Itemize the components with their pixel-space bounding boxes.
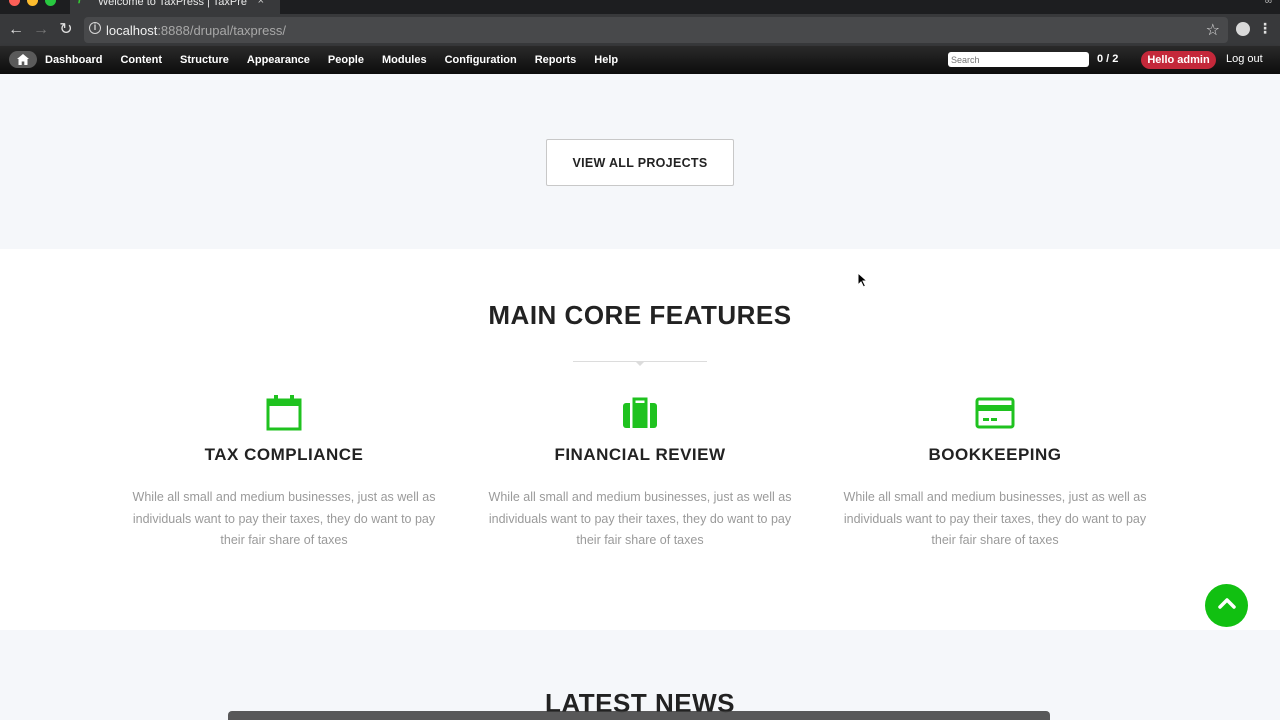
heading-divider-caret: [635, 361, 645, 366]
calendar-icon: [266, 395, 302, 431]
admin-menu-content[interactable]: Content: [120, 54, 162, 66]
back-arrow-icon[interactable]: ←: [6, 20, 26, 40]
feature-title: FINANCIAL REVIEW: [554, 445, 726, 464]
feature-description: While all small and medium businesses, j…: [132, 490, 436, 547]
extension-icon[interactable]: [1236, 22, 1250, 36]
admin-menu: Dashboard Content Structure Appearance P…: [45, 46, 636, 74]
feature-bookkeeping: BOOKKEEPING While all small and medium b…: [825, 393, 1165, 552]
address-bar[interactable]: i localhost:8888/drupal/taxpress/ ☆: [84, 17, 1228, 43]
admin-menu-modules[interactable]: Modules: [382, 54, 427, 66]
minimize-window-button[interactable]: [27, 0, 38, 6]
admin-menu-people[interactable]: People: [328, 54, 364, 66]
admin-menu-appearance[interactable]: Appearance: [247, 54, 310, 66]
drupal-favicon-icon: /: [78, 0, 82, 5]
feature-description: While all small and medium businesses, j…: [843, 490, 1147, 547]
feature-description: While all small and medium businesses, j…: [488, 490, 792, 547]
admin-menu-dashboard[interactable]: Dashboard: [45, 54, 102, 66]
macos-dock[interactable]: [228, 711, 1050, 720]
feature-tax-compliance: TAX COMPLIANCE While all small and mediu…: [114, 393, 454, 552]
tab-close-icon[interactable]: ×: [258, 0, 264, 7]
hello-admin-badge[interactable]: Hello admin: [1141, 51, 1216, 69]
back-to-top-button[interactable]: [1205, 584, 1248, 627]
browser-tab[interactable]: / Welcome to TaxPress | TaxPre ×: [70, 0, 280, 14]
url-text[interactable]: localhost:8888/drupal/taxpress/: [106, 23, 286, 38]
forward-arrow-icon[interactable]: →: [31, 20, 51, 40]
browser-toolbar: ← → ↻ i localhost:8888/drupal/taxpress/ …: [0, 14, 1280, 46]
admin-menu-structure[interactable]: Structure: [180, 54, 229, 66]
chevron-up-icon: [1217, 598, 1236, 609]
tab-title: Welcome to TaxPress | TaxPre: [98, 0, 247, 8]
bookmark-star-icon[interactable]: ☆: [1206, 20, 1220, 40]
credit-card-icon: [975, 397, 1015, 429]
feature-title: TAX COMPLIANCE: [204, 445, 364, 464]
feature-title: BOOKKEEPING: [928, 445, 1062, 464]
admin-menu-reports[interactable]: Reports: [535, 54, 577, 66]
close-window-button[interactable]: [9, 0, 20, 6]
info-icon[interactable]: i: [89, 22, 101, 34]
admin-search-input[interactable]: [948, 52, 1089, 67]
reload-icon[interactable]: ↻: [56, 20, 76, 40]
feature-financial-review: FINANCIAL REVIEW While all small and med…: [470, 393, 810, 552]
logout-link[interactable]: Log out: [1226, 53, 1263, 65]
admin-menu-configuration[interactable]: Configuration: [445, 54, 517, 66]
home-icon[interactable]: [9, 51, 37, 68]
admin-toolbar: Dashboard Content Structure Appearance P…: [0, 46, 1280, 74]
view-all-projects-button[interactable]: VIEW ALL PROJECTS: [546, 139, 734, 186]
maximize-window-button[interactable]: [45, 0, 56, 6]
browser-menu-icon[interactable]: ⋮: [1258, 20, 1272, 37]
briefcase-icon: [623, 397, 657, 428]
browser-tabstrip: / Welcome to TaxPress | TaxPre × ∞: [0, 0, 1280, 14]
admin-menu-help[interactable]: Help: [594, 54, 618, 66]
mouse-cursor-icon: [857, 272, 869, 288]
features-heading: MAIN CORE FEATURES: [488, 300, 792, 330]
profile-icon[interactable]: ∞: [1265, 0, 1272, 7]
online-users-count[interactable]: 0 / 2: [1097, 53, 1118, 65]
